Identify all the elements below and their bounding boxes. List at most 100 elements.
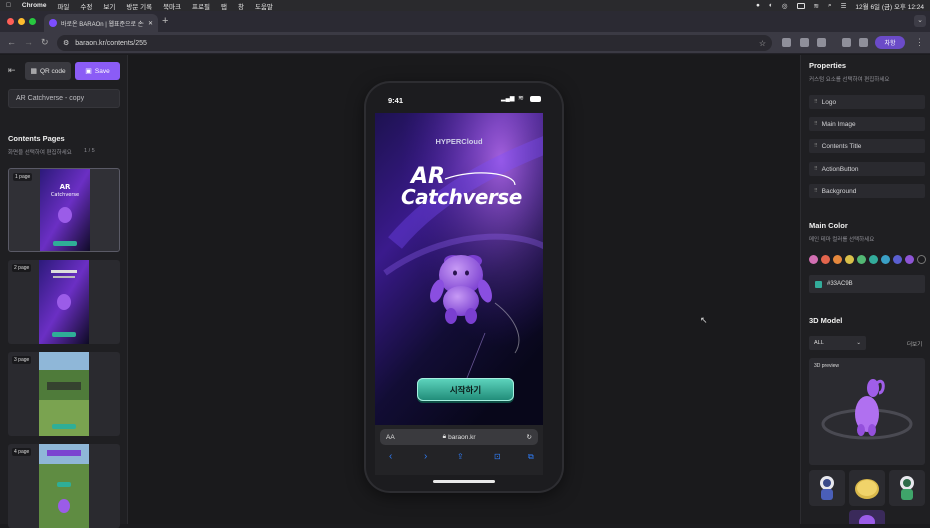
- exit-icon[interactable]: ⇤: [8, 65, 16, 76]
- model-filter-select[interactable]: ALL ⌄: [809, 336, 866, 350]
- color-swatch[interactable]: [845, 255, 854, 264]
- tab-search-chevron-icon[interactable]: ⌄: [914, 15, 926, 27]
- tabs-icon[interactable]: ⧉: [528, 452, 534, 462]
- browser-tab[interactable]: 바로온 BARAOn | 웹표준으로 손쉬운... ✕: [44, 14, 158, 32]
- color-swatch[interactable]: [833, 255, 842, 264]
- browser-tab-strip: 바로온 BARAOn | 웹표준으로 손쉬운... ✕ + ⌄: [0, 11, 930, 32]
- page-card-2[interactable]: 2 page: [8, 260, 120, 344]
- reload-icon[interactable]: ↻: [527, 433, 532, 441]
- content-title-input[interactable]: AR Catchverse - copy: [8, 89, 120, 108]
- more-menu-icon[interactable]: ⋮: [915, 37, 924, 48]
- new-tab-button[interactable]: +: [162, 15, 168, 27]
- menu-history[interactable]: 방문 기록: [126, 1, 152, 11]
- phone-screen[interactable]: HYPERCloud AR Catchverse 시작하기: [375, 113, 543, 425]
- color-hex-input[interactable]: #33AC9B: [809, 275, 925, 293]
- status-icon[interactable]: ●: [756, 2, 760, 9]
- property-contents-title[interactable]: ⠿ Contents Title: [809, 139, 925, 153]
- page-card-3[interactable]: 3 page: [8, 352, 120, 436]
- reload-icon[interactable]: ↻: [41, 37, 49, 48]
- menu-view[interactable]: 보기: [103, 1, 115, 11]
- page-card-4[interactable]: 4 page: [8, 444, 120, 528]
- status-icon[interactable]: ◐: [769, 2, 773, 9]
- model-section-title: 3D Model: [809, 316, 843, 325]
- properties-panel: Properties 커스텀 요소를 선택하여 편집하세요 ⠿ Logo ⠿ Mai…: [800, 55, 930, 524]
- qr-code-button[interactable]: ▦ QR code: [25, 62, 71, 80]
- menu-edit[interactable]: 수정: [80, 1, 92, 11]
- drag-handle-icon[interactable]: ⠿: [814, 143, 818, 149]
- download-icon[interactable]: [842, 38, 851, 47]
- menu-file[interactable]: 파일: [57, 1, 69, 11]
- bookmarks-icon[interactable]: ⊡: [494, 452, 501, 461]
- color-swatch[interactable]: [857, 255, 866, 264]
- qr-button-label: QR code: [39, 67, 66, 75]
- page-card-1[interactable]: AR Catchverse 1 page: [8, 168, 120, 252]
- editor-canvas[interactable]: 9:41 ▂▄▆ ≋ HYPERCloud AR Catchverse 시작하기…: [128, 55, 800, 524]
- property-main-image[interactable]: ⠿ Main Image: [809, 117, 925, 131]
- menu-profile[interactable]: 프로필: [192, 1, 210, 11]
- more-models-link[interactable]: 더보기: [907, 340, 922, 348]
- close-tab-icon[interactable]: ✕: [148, 20, 153, 27]
- title-line-2[interactable]: Catchverse: [401, 187, 522, 207]
- model-thumbnail-astronaut-green[interactable]: [889, 470, 925, 506]
- property-label: ActionButton: [821, 165, 859, 173]
- page-card-label: 1 page: [13, 173, 33, 181]
- menu-clock[interactable]: 12월 6일 (금) 오후 12:24: [855, 1, 924, 11]
- minimize-window-button[interactable]: [18, 18, 25, 25]
- zoom-window-button[interactable]: [29, 18, 36, 25]
- model-thumbnail-character[interactable]: [849, 510, 885, 524]
- back-arrow-icon[interactable]: ‹: [389, 451, 392, 462]
- menu-window[interactable]: 창: [238, 1, 244, 11]
- page-thumbnail: [39, 260, 89, 344]
- save-button[interactable]: ▣ Save: [75, 62, 120, 80]
- close-window-button[interactable]: [7, 18, 14, 25]
- battery-icon[interactable]: [796, 2, 805, 9]
- model-thumbnail-coin[interactable]: [849, 470, 885, 506]
- extensions-puzzle-icon[interactable]: [817, 38, 826, 47]
- profile-button[interactable]: 차항: [875, 36, 905, 49]
- wifi-icon[interactable]: ≋: [814, 2, 819, 10]
- title-line-1[interactable]: AR: [411, 166, 445, 188]
- model-3d-preview[interactable]: 3D preview: [809, 358, 925, 465]
- back-arrow-icon[interactable]: ←: [7, 37, 16, 47]
- color-swatch[interactable]: [905, 255, 914, 264]
- side-panel-icon[interactable]: [859, 38, 868, 47]
- drag-handle-icon[interactable]: ⠿: [814, 99, 818, 105]
- color-swatch[interactable]: [809, 255, 818, 264]
- property-logo[interactable]: ⠿ Logo: [809, 95, 925, 109]
- search-icon[interactable]: ⌕: [828, 2, 832, 10]
- properties-title: Properties: [809, 61, 847, 70]
- menu-app-name[interactable]: Chrome: [22, 2, 47, 9]
- extension-icon[interactable]: [782, 38, 791, 47]
- forward-arrow-icon[interactable]: ›: [424, 451, 427, 462]
- brand-logo[interactable]: HYPERCloud: [375, 137, 543, 146]
- forward-arrow-icon[interactable]: →: [24, 37, 33, 47]
- menu-bookmarks[interactable]: 북마크: [163, 1, 181, 11]
- color-swatch[interactable]: [821, 255, 830, 264]
- property-action-button[interactable]: ⠿ ActionButton: [809, 162, 925, 176]
- control-center-icon[interactable]: ☰: [841, 2, 847, 10]
- property-background[interactable]: ⠿ Background: [809, 184, 925, 198]
- main-color-title: Main Color: [809, 221, 848, 230]
- address-bar[interactable]: ⚙ baraon.kr/contents/255 ☆: [57, 35, 772, 51]
- drag-handle-icon[interactable]: ⠿: [814, 121, 818, 127]
- menu-help[interactable]: 도움말: [255, 1, 273, 11]
- bookmark-star-icon[interactable]: ☆: [759, 39, 766, 48]
- extension-icon[interactable]: [800, 38, 809, 47]
- status-icon[interactable]: ◎: [782, 2, 788, 10]
- safari-aa-button[interactable]: AA: [386, 434, 395, 441]
- site-info-icon[interactable]: ⚙: [63, 39, 69, 47]
- apple-icon[interactable]: : [6, 2, 11, 9]
- share-icon[interactable]: ⇪: [457, 452, 464, 461]
- safari-address-field[interactable]: AA 🔒︎ baraon.kr ↻: [380, 429, 538, 445]
- menu-tab[interactable]: 탭: [221, 1, 227, 11]
- property-label: Contents Title: [821, 142, 862, 150]
- start-button[interactable]: 시작하기: [417, 378, 514, 401]
- drag-handle-icon[interactable]: ⠿: [814, 188, 818, 194]
- color-swatch[interactable]: [869, 255, 878, 264]
- color-swatch-custom[interactable]: [917, 255, 926, 264]
- profile-label: 차항: [884, 41, 896, 47]
- model-thumbnail-astronaut[interactable]: [809, 470, 845, 506]
- color-swatch[interactable]: [893, 255, 902, 264]
- color-swatch[interactable]: [881, 255, 890, 264]
- drag-handle-icon[interactable]: ⠿: [814, 166, 818, 172]
